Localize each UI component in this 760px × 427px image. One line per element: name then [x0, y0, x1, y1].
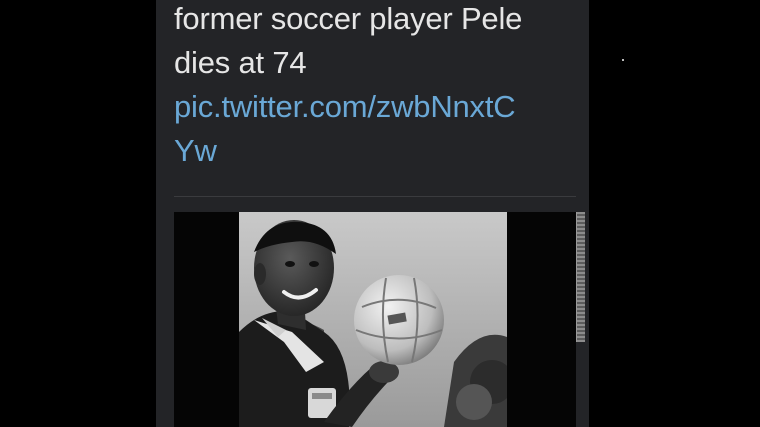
stray-pixel: [622, 59, 624, 61]
tweet-text: former soccer player Pele dies at 74 pic…: [174, 0, 574, 173]
tweet-media-photo[interactable]: [174, 212, 576, 427]
photo-illustration: [174, 212, 576, 427]
tweet-text-line-2: dies at 74: [174, 45, 307, 80]
divider: [174, 196, 576, 197]
tweet-link-line-1: pic.twitter.com/zwbNnxtC: [174, 89, 516, 124]
tweet-card[interactable]: former soccer player Pele dies at 74 pic…: [156, 0, 589, 427]
tweet-media-link[interactable]: pic.twitter.com/zwbNnxtC Yw: [174, 85, 574, 173]
scrollbar[interactable]: [576, 212, 585, 342]
tweet-link-line-2: Yw: [174, 133, 217, 168]
tweet-text-line-1: former soccer player Pele: [174, 1, 523, 36]
